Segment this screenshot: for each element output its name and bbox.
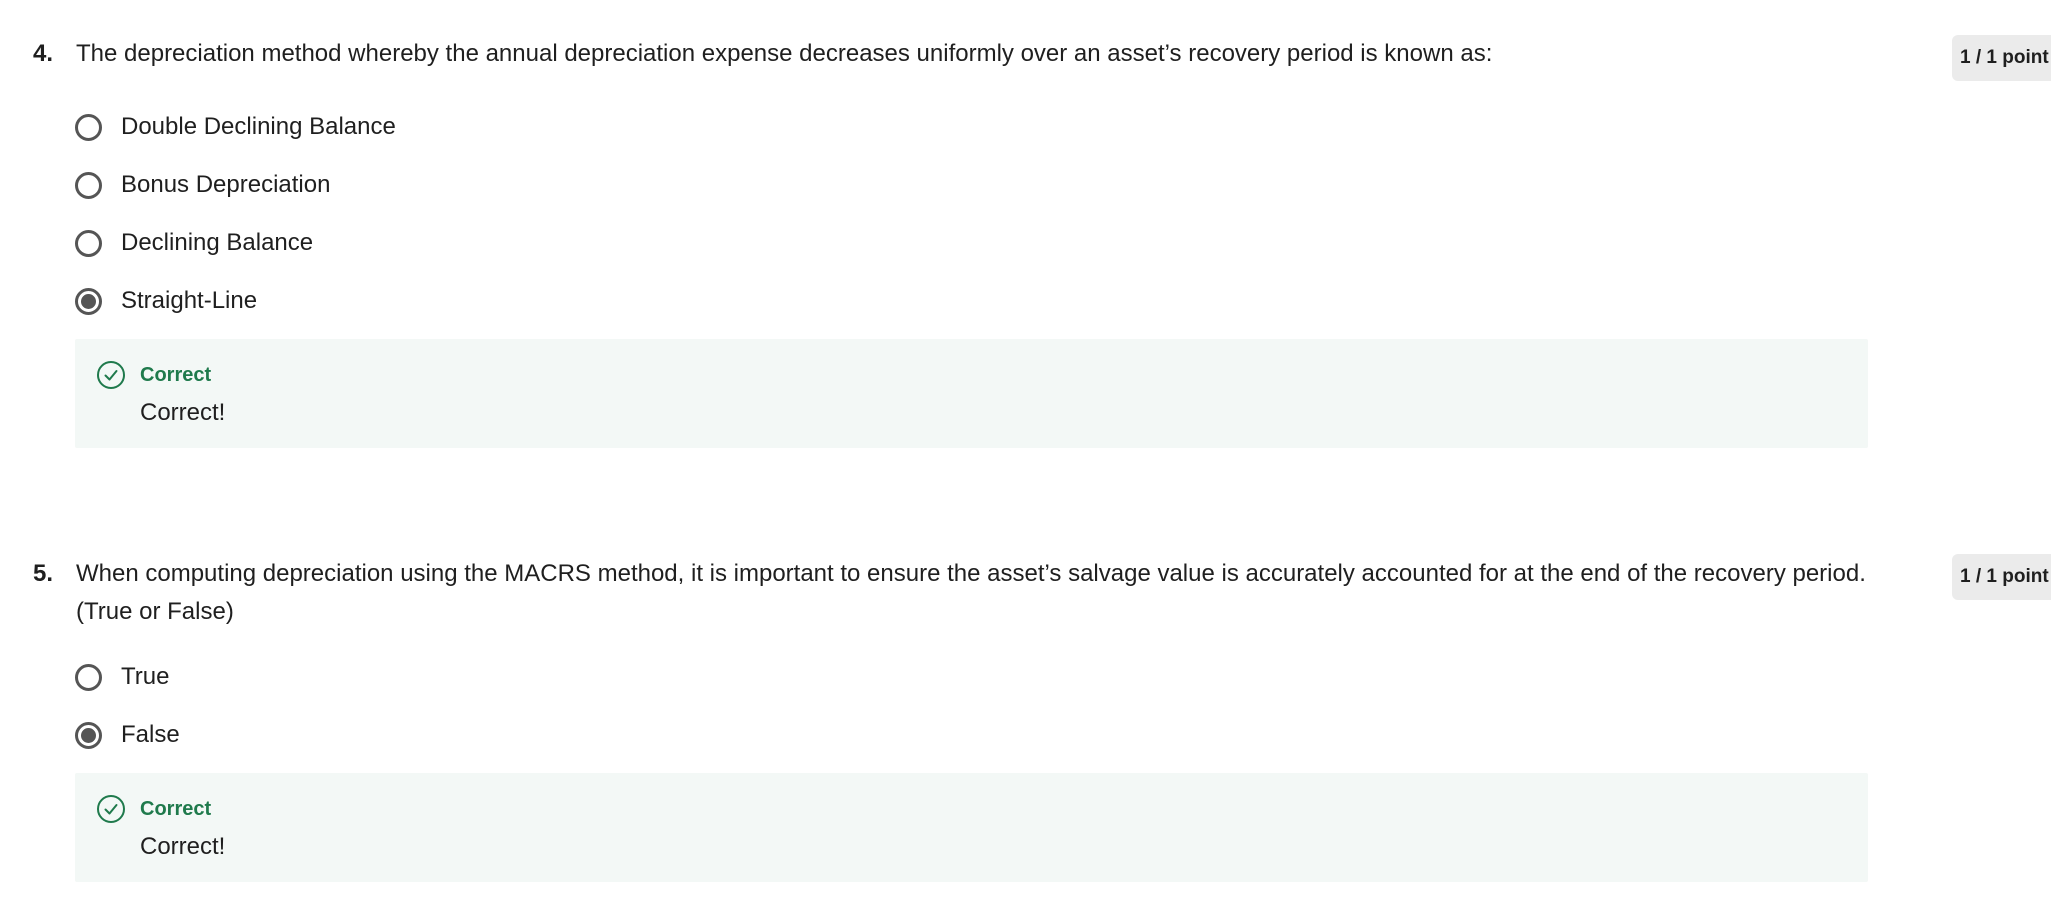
option-true[interactable]: True [75, 659, 169, 695]
radio-button[interactable] [75, 113, 102, 141]
option-double-declining-balance[interactable]: Double Declining Balance [75, 109, 396, 145]
points-badge: 1 / 1 point [1952, 35, 2051, 81]
option-label: False [121, 721, 180, 748]
option-label: Straight-Line [121, 287, 258, 314]
option-bonus-depreciation[interactable]: Bonus Depreciation [75, 167, 330, 203]
feedback-message: Correct! [140, 399, 226, 426]
question-number: 4. [33, 40, 54, 67]
feedback-message: Correct! [140, 833, 226, 860]
option-false[interactable]: False [75, 717, 180, 753]
radio-button[interactable] [75, 663, 102, 691]
question-text: The depreciation method whereby the annu… [76, 40, 1493, 67]
feedback-box: Correct Correct! [75, 773, 1868, 882]
points-badge: 1 / 1 point [1952, 554, 2051, 600]
feedback-box: Correct Correct! [75, 339, 1868, 448]
radio-button-selected[interactable] [75, 287, 102, 315]
option-straight-line[interactable]: Straight-Line [75, 283, 257, 319]
radio-button[interactable] [75, 171, 102, 199]
radio-button-selected[interactable] [75, 721, 102, 749]
feedback-title: Correct [140, 364, 212, 386]
check-circle-icon [97, 361, 125, 389]
question-number: 5. [33, 560, 54, 587]
option-declining-balance[interactable]: Declining Balance [75, 225, 313, 261]
option-label: True [121, 663, 170, 690]
check-circle-icon [97, 795, 125, 823]
option-label: Bonus Depreciation [121, 171, 331, 198]
option-label: Declining Balance [121, 229, 314, 256]
option-label: Double Declining Balance [121, 113, 396, 140]
question-text: When computing depreciation using the MA… [76, 560, 1866, 625]
quiz-results-page: 4. The depreciation method whereby the a… [0, 0, 2051, 900]
feedback-title: Correct [140, 798, 212, 820]
radio-button[interactable] [75, 229, 102, 257]
